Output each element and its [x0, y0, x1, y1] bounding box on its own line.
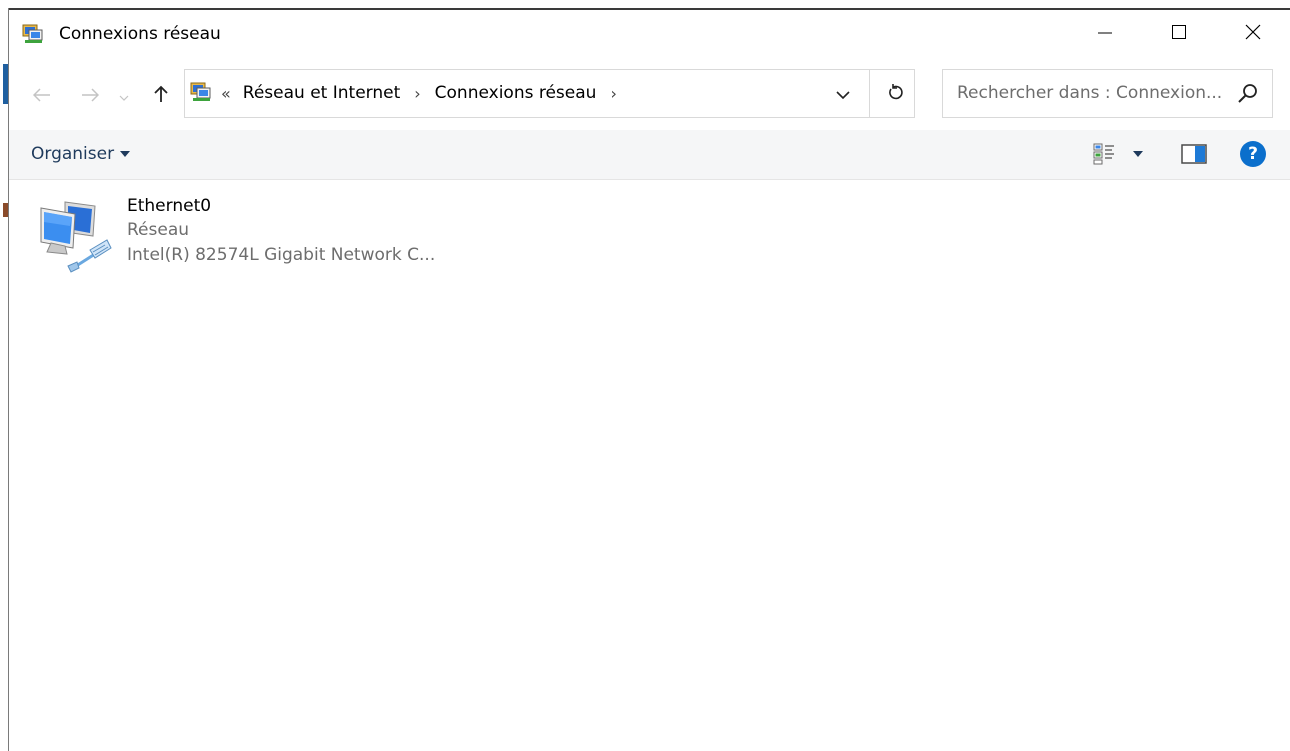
chevron-down-icon [836, 85, 850, 104]
help-button[interactable]: ? [1240, 141, 1266, 167]
navigation-bar: « Réseau et Internet › Connexions réseau… [9, 58, 1290, 130]
breadcrumb-connexions-reseau[interactable]: Connexions réseau [435, 83, 597, 103]
network-connections-icon [22, 23, 44, 45]
search-icon[interactable] [1236, 82, 1260, 106]
close-icon [1245, 24, 1261, 44]
caret-down-icon [120, 151, 131, 157]
maximize-icon [1171, 24, 1187, 44]
breadcrumb-separator[interactable]: › [414, 84, 420, 103]
arrow-right-icon [81, 87, 100, 106]
item-status: Réseau [127, 220, 190, 240]
breadcrumb-reseau-et-internet[interactable]: Réseau et Internet [243, 83, 400, 103]
refresh-icon [888, 83, 904, 105]
arrow-left-icon [32, 87, 51, 106]
forward-button[interactable] [76, 82, 104, 110]
close-button[interactable] [1216, 10, 1290, 58]
chevron-down-icon [119, 87, 129, 106]
list-item[interactable]: Ethernet0 Réseau Intel(R) 82574L Gigabit… [35, 190, 465, 280]
breadcrumb: « Réseau et Internet › Connexions réseau… [221, 83, 631, 103]
command-bar: Organiser ? [9, 130, 1290, 180]
preview-pane-icon[interactable] [1181, 143, 1207, 165]
arrow-up-icon [153, 85, 169, 107]
view-dropdown-icon[interactable] [1133, 151, 1143, 157]
item-device: Intel(R) 82574L Gigabit Network C... [127, 245, 436, 265]
organise-label: Organiser [31, 144, 115, 164]
search-input[interactable]: Rechercher dans : Connexion... [957, 83, 1222, 103]
search-box[interactable]: Rechercher dans : Connexion... [942, 69, 1273, 118]
address-history-button[interactable] [829, 80, 857, 108]
up-button[interactable] [147, 82, 175, 110]
minimize-button[interactable] [1068, 10, 1142, 58]
title-bar[interactable]: Connexions réseau [9, 10, 1290, 58]
organise-button[interactable]: Organiser [31, 144, 131, 164]
explorer-window: Connexions réseau « Réseau et Internet ›… [9, 10, 1290, 751]
window-title: Connexions réseau [59, 24, 221, 44]
maximize-button[interactable] [1142, 10, 1216, 58]
refresh-button[interactable] [882, 80, 910, 108]
address-bar[interactable]: « Réseau et Internet › Connexions réseau… [184, 69, 915, 118]
item-name: Ethernet0 [127, 196, 212, 216]
minimize-icon [1097, 24, 1113, 44]
ethernet-adapter-icon [35, 196, 115, 276]
breadcrumb-separator[interactable]: › [610, 84, 616, 103]
file-list: Ethernet0 Réseau Intel(R) 82574L Gigabit… [9, 180, 1290, 751]
breadcrumb-overflow[interactable]: « [221, 84, 231, 103]
network-connections-icon [190, 81, 212, 103]
address-divider [869, 70, 870, 117]
view-options-icon[interactable] [1092, 142, 1116, 166]
back-button[interactable] [28, 82, 56, 110]
recent-locations-button[interactable] [115, 82, 133, 110]
